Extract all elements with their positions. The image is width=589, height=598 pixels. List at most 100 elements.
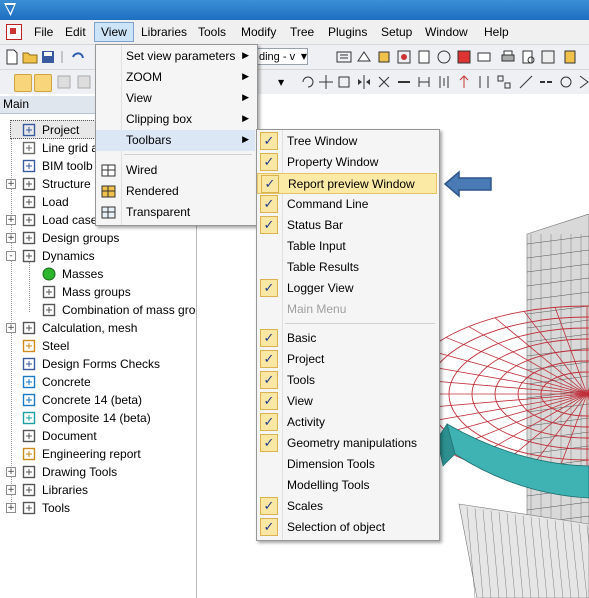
menu-help[interactable]: Help xyxy=(478,23,515,41)
combo-chevron-down-icon[interactable]: ▼ xyxy=(299,49,309,64)
toolbar-tool-8-icon[interactable] xyxy=(476,49,492,65)
connect-tool-icon[interactable] xyxy=(416,74,432,90)
expand-icon[interactable]: + xyxy=(6,215,16,225)
toolbars-menu-item[interactable]: ✓ Basic xyxy=(257,328,437,349)
design-groups-icon xyxy=(22,231,36,245)
toolbars-menu-item-label: Table Input xyxy=(287,239,346,253)
arrow-up-tool-icon[interactable] xyxy=(456,74,472,90)
collapse-icon[interactable]: - xyxy=(6,251,16,261)
view-menu-item[interactable]: ZOOM ▶ xyxy=(96,67,255,88)
toolbar-tool-4-icon[interactable] xyxy=(396,49,412,65)
array-tool-icon[interactable] xyxy=(496,74,512,90)
toolbar-disabled-tool-2-icon[interactable] xyxy=(76,74,92,90)
rotate-3d-tool-icon[interactable] xyxy=(558,74,574,90)
view-menu-item[interactable]: View ▶ xyxy=(96,88,255,109)
toolbars-menu-item[interactable]: Table Results xyxy=(257,257,437,278)
join-tool-icon[interactable] xyxy=(538,74,554,90)
menu-libraries[interactable]: Libraries xyxy=(135,23,193,41)
toolbars-menu-item[interactable]: ✓ Report preview Window xyxy=(257,173,437,194)
dynamics-icon xyxy=(22,249,36,263)
document-menu-icon[interactable] xyxy=(6,24,22,40)
menu-view[interactable]: View xyxy=(94,22,134,42)
view-menu-item[interactable]: Set view parameters ▶ xyxy=(96,46,255,67)
toolbars-menu-item[interactable]: ✓ Logger View xyxy=(257,278,437,299)
toolbar-tool-5-icon[interactable] xyxy=(416,49,432,65)
tree-item-label: Masses xyxy=(62,267,104,281)
toolbar-active-tool-icon[interactable] xyxy=(14,74,32,92)
toolbar-active-tool-2-icon[interactable] xyxy=(34,74,52,92)
submenu-arrow-icon: ▶ xyxy=(242,135,249,145)
menu-plugins[interactable]: Plugins xyxy=(322,23,373,41)
undo-icon[interactable] xyxy=(70,49,86,65)
menu-modify[interactable]: Modify xyxy=(235,23,282,41)
toolbars-menu-item[interactable]: Modelling Tools xyxy=(257,475,437,496)
align-tool-icon[interactable] xyxy=(436,74,452,90)
mirror-tool-icon[interactable] xyxy=(356,74,372,90)
toolbar-disabled-tool-icon[interactable] xyxy=(56,74,72,90)
view-menu-item[interactable]: Toolbars ▶ xyxy=(96,130,255,151)
submenu-arrow-icon: ▶ xyxy=(242,72,249,82)
toolbars-menu-item[interactable]: ✓ Project xyxy=(257,349,437,370)
menu-tree[interactable]: Tree xyxy=(284,23,320,41)
expand-icon[interactable]: + xyxy=(6,503,16,513)
toolbars-menu-item-label: Dimension Tools xyxy=(287,457,375,471)
toolbars-menu-item[interactable]: ✓ View xyxy=(257,391,437,412)
view-menu-item[interactable]: Rendered xyxy=(96,181,255,202)
libraries-icon xyxy=(22,483,36,497)
tree-item-label: BIM toolb xyxy=(42,159,93,173)
toolbar-tool-3-icon[interactable] xyxy=(376,49,392,65)
expand-icon[interactable]: + xyxy=(6,233,16,243)
toolbars-menu-item[interactable]: Table Input xyxy=(257,236,437,257)
toolbars-menu-item[interactable]: ✓ Scales xyxy=(257,496,437,517)
toolbars-menu-item[interactable]: ✓ Status Bar xyxy=(257,215,437,236)
tree-item-label: Steel xyxy=(42,339,70,353)
tree-item-label: Engineering report xyxy=(42,447,141,461)
toolbars-menu-item[interactable]: ✓ Command Line xyxy=(257,194,437,215)
extend-tool-icon[interactable] xyxy=(396,74,412,90)
toolbars-menu-item[interactable]: ✓ Property Window xyxy=(257,152,437,173)
expand-icon[interactable]: + xyxy=(6,179,16,189)
view-menu-item-label: ZOOM xyxy=(126,70,162,84)
menu-edit[interactable]: Edit xyxy=(59,23,92,41)
more-tools-icon[interactable] xyxy=(576,74,589,90)
toolbar-tool-1-icon[interactable] xyxy=(336,49,352,65)
move-tool-icon[interactable] xyxy=(318,74,334,90)
scale-tool-icon[interactable] xyxy=(336,74,352,90)
toolbars-menu-item-label: Project xyxy=(287,352,325,366)
toolbars-menu-item[interactable]: Dimension Tools xyxy=(257,454,437,475)
view-menu-item[interactable]: Clipping box ▶ xyxy=(96,109,255,130)
menu-window[interactable]: Window xyxy=(419,23,474,41)
split-tool-icon[interactable] xyxy=(376,74,392,90)
toolbar-tool-9-icon[interactable] xyxy=(540,49,556,65)
distribute-tool-icon[interactable] xyxy=(476,74,492,90)
toolbars-menu-item[interactable]: ✓ Geometry manipulations xyxy=(257,433,437,454)
book-icon[interactable] xyxy=(562,49,578,65)
view-menu-item[interactable]: Wired xyxy=(96,160,255,181)
save-icon[interactable] xyxy=(40,49,56,65)
menu-setup[interactable]: Setup xyxy=(375,23,418,41)
new-file-icon[interactable] xyxy=(4,49,20,65)
view-menu-item[interactable]: Transparent xyxy=(96,202,255,223)
toolbars-menu-item[interactable]: ✓ Tools xyxy=(257,370,437,391)
toolbars-menu-item[interactable]: ✓ Activity xyxy=(257,412,437,433)
checkmark-icon: ✓ xyxy=(260,329,278,347)
print-preview-icon[interactable] xyxy=(520,49,536,65)
toolbars-menu-item-label: Logger View xyxy=(287,281,354,295)
toolbar-overflow-chevron-icon[interactable]: ▼ xyxy=(278,78,288,88)
print-icon[interactable] xyxy=(500,49,516,65)
toolbar-tool-7-icon[interactable] xyxy=(456,49,472,65)
concrete14-icon xyxy=(22,393,36,407)
expand-icon[interactable]: + xyxy=(6,485,16,495)
rotate-tool-icon[interactable] xyxy=(300,74,316,90)
menu-file[interactable]: File xyxy=(28,23,59,41)
expand-icon[interactable]: + xyxy=(6,323,16,333)
open-folder-icon[interactable] xyxy=(22,49,38,65)
toolbar-tool-6-icon[interactable] xyxy=(436,49,452,65)
toolbars-menu-item[interactable]: ✓ Tree Window xyxy=(257,131,437,152)
trim-tool-icon[interactable] xyxy=(518,74,534,90)
toolbars-menu-item-label: Main Menu xyxy=(287,302,347,316)
menu-tools[interactable]: Tools xyxy=(192,23,232,41)
toolbar-tool-2-icon[interactable] xyxy=(356,49,372,65)
expand-icon[interactable]: + xyxy=(6,467,16,477)
toolbars-menu-item[interactable]: ✓ Selection of object xyxy=(257,517,437,538)
